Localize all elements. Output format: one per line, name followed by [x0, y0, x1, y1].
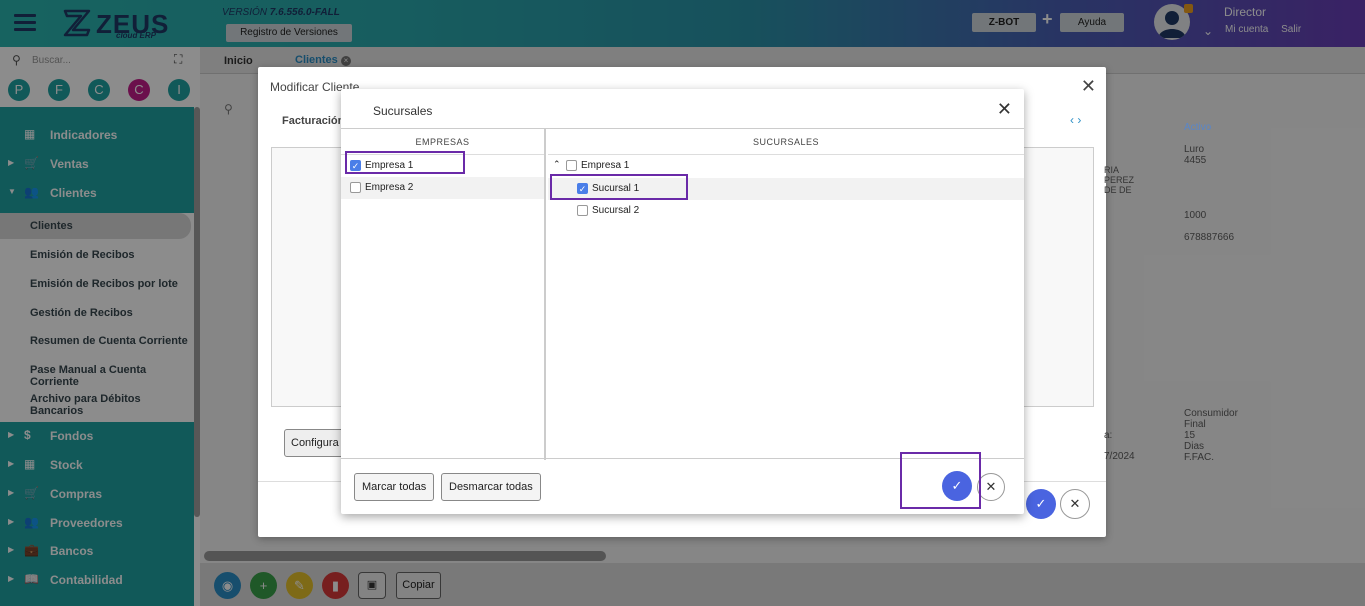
- check-icon: ✓: [1035, 496, 1047, 511]
- checkbox-tree-empresa-1[interactable]: [566, 160, 577, 171]
- fecha-value: 7/2024: [1104, 451, 1135, 462]
- num1-value: 1000: [1184, 210, 1207, 221]
- cancel-button[interactable]: ✕: [977, 473, 1005, 501]
- close-icon: ✕: [985, 479, 997, 494]
- close-icon: ✕: [1069, 496, 1081, 511]
- nav-arrows[interactable]: ‹ ›: [1070, 113, 1081, 127]
- direccion-value: Luro 4455: [1184, 144, 1207, 166]
- checkbox-empresa-2[interactable]: [350, 182, 361, 193]
- dialog-title: Sucursales: [373, 104, 433, 118]
- nombre-value: RIA PEREZ DE DE: [1104, 165, 1135, 195]
- condicion-value: Consumidor Final: [1184, 408, 1238, 430]
- tab-facturacion[interactable]: Facturación: [282, 115, 344, 127]
- plazo-label: a:: [1104, 430, 1113, 441]
- sucursales-header: SUCURSALES: [548, 129, 1024, 155]
- checkbox-sucursal-2[interactable]: [577, 205, 588, 216]
- empresas-column: EMPRESAS ✓ Empresa 1 Empresa 2: [341, 129, 546, 460]
- desmarcar-todas-button[interactable]: Desmarcar todas: [441, 473, 541, 501]
- num2-value: 678887666: [1184, 232, 1235, 243]
- search-icon: ⚲: [224, 102, 233, 116]
- chevron-up-icon[interactable]: ⌃: [553, 159, 561, 170]
- plazo-value: 15 Dias F.FAC.: [1184, 430, 1215, 463]
- highlight-sucursal-1: [550, 174, 688, 200]
- tree-item-sucursal-2[interactable]: Sucursal 2: [548, 200, 1024, 222]
- highlight-confirm: [900, 452, 981, 509]
- list-item-empresa-2[interactable]: Empresa 2: [341, 177, 544, 199]
- close-icon[interactable]: ✕: [997, 99, 1012, 120]
- marcar-todas-button[interactable]: Marcar todas: [354, 473, 435, 501]
- cancel-button[interactable]: ✕: [1060, 489, 1090, 519]
- highlight-empresa-1: [345, 151, 465, 174]
- confirm-button[interactable]: ✓: [1026, 489, 1056, 519]
- estado-value: Activo: [1184, 122, 1212, 133]
